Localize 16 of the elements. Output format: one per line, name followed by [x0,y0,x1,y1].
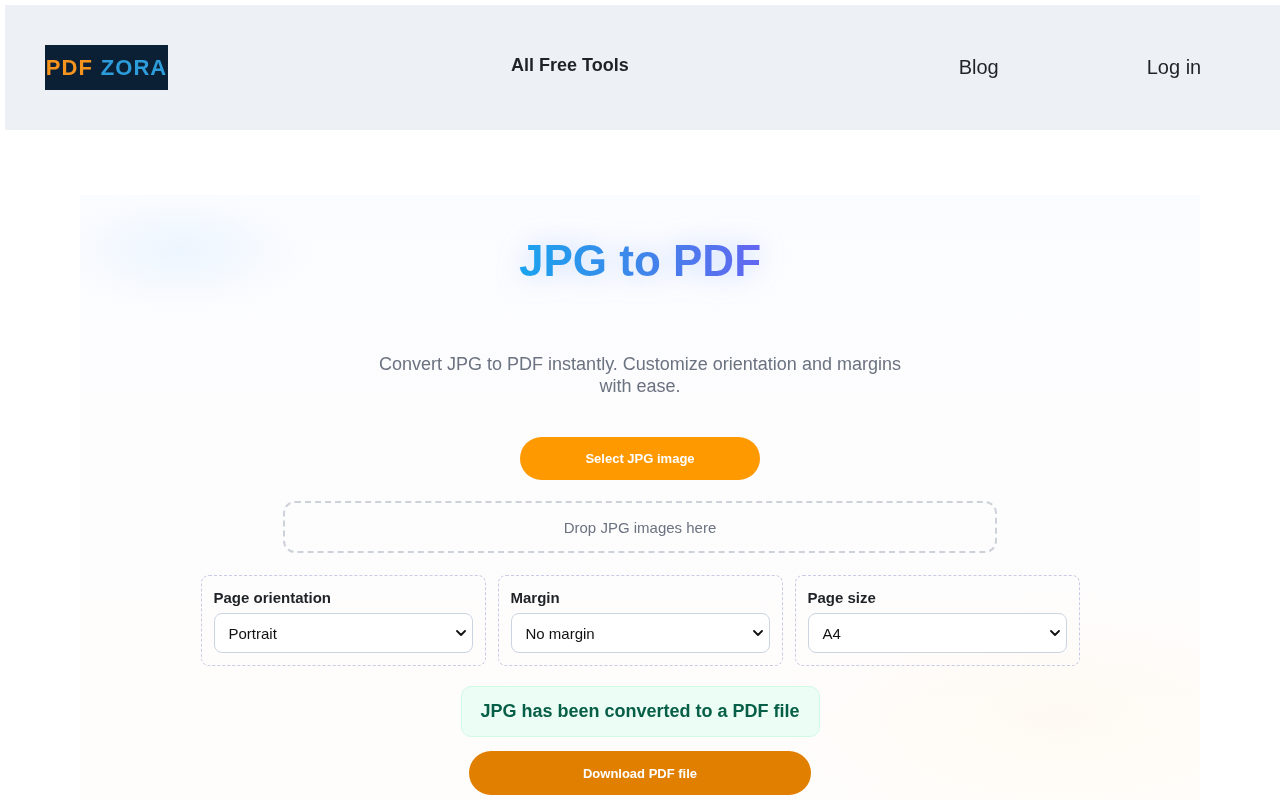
field-label: Page size [807,589,877,607]
select-field[interactable]: Portrait [213,613,473,653]
field-label: Margin [510,589,561,607]
nav-link[interactable]: Blog [958,56,999,79]
chevron-icon [752,630,763,636]
field-label: Page orientation [213,589,333,607]
drop-zone[interactable]: Drop JPG images here [283,501,997,553]
chevron-icon [1049,630,1060,636]
nav-menu[interactable]: All Free Tools [511,55,629,76]
nav-link[interactable]: Log in [1146,56,1202,79]
select-field[interactable]: A4 [807,613,1067,653]
logo[interactable]: PDF ZORA [45,45,168,90]
subtitle: Convert JPG to PDF instantly. Customize orientation and margins with ease. [378,353,902,397]
chevron-icon [455,630,466,636]
success-message: JPG has been converted to a PDF file [460,686,820,737]
select-field[interactable]: No margin [510,613,770,653]
